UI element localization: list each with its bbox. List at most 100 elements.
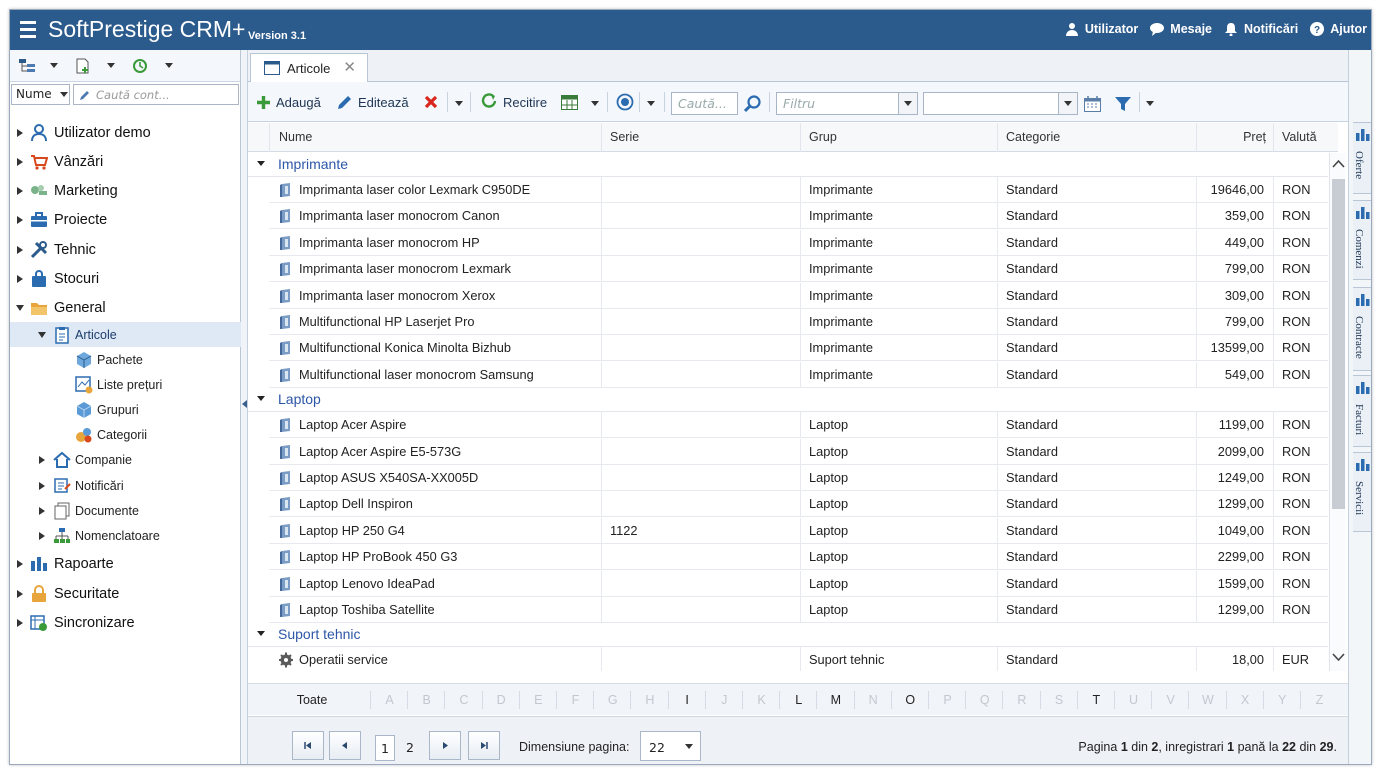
chevron-up-icon[interactable] bbox=[1332, 159, 1345, 169]
sidebar-item-sincronizare[interactable]: Sincronizare bbox=[10, 610, 241, 635]
table-row[interactable]: Multifunctional Konica Minolta Bizhub Imp… bbox=[269, 335, 1328, 362]
sidebar-item-grupuri[interactable]: Grupuri bbox=[10, 397, 241, 422]
alphabet-letter-o[interactable]: O bbox=[893, 684, 928, 716]
alphabet-letter-s[interactable]: S bbox=[1042, 684, 1077, 716]
columns-button[interactable] bbox=[561, 90, 578, 114]
table-row[interactable]: Imprimanta laser monocrom HP Imprimante St… bbox=[269, 229, 1328, 256]
table-row[interactable]: Laptop Acer Aspire Laptop Standard 1199,00 R… bbox=[269, 412, 1328, 439]
search-icon[interactable] bbox=[744, 95, 762, 113]
page-2-button[interactable]: 2 bbox=[400, 735, 420, 761]
column-header-nume[interactable]: Nume bbox=[269, 123, 601, 152]
right-tab-facturi[interactable]: Facturi bbox=[1353, 375, 1371, 447]
chevron-down-icon[interactable] bbox=[1146, 101, 1154, 106]
scrollbar-thumb[interactable] bbox=[1332, 179, 1345, 509]
alphabet-letter-q[interactable]: Q bbox=[967, 684, 1002, 716]
table-row[interactable]: Operatii service Suport tehnic Standard 18,… bbox=[269, 647, 1328, 671]
alphabet-letter-u[interactable]: U bbox=[1116, 684, 1151, 716]
alphabet-letter-a[interactable]: A bbox=[372, 684, 407, 716]
alphabet-letter-t[interactable]: T bbox=[1079, 684, 1114, 716]
calendar-icon[interactable] bbox=[1084, 96, 1101, 112]
notifications-link[interactable]: Notificări bbox=[1224, 22, 1298, 36]
right-tab-servicii[interactable]: Servicii bbox=[1353, 452, 1371, 532]
column-header-grup[interactable]: Grup bbox=[800, 123, 998, 152]
tree-view-icon[interactable] bbox=[18, 58, 36, 74]
column-header-pret[interactable]: Preț bbox=[1196, 123, 1274, 152]
table-row[interactable]: Laptop Dell Inspiron Laptop Standard 1299,0… bbox=[269, 491, 1328, 518]
alphabet-letter-d[interactable]: D bbox=[484, 684, 519, 716]
column-header-categorie[interactable]: Categorie bbox=[997, 123, 1197, 152]
alphabet-letter-k[interactable]: K bbox=[744, 684, 779, 716]
page-size-select[interactable]: 22 bbox=[640, 731, 701, 761]
search-input[interactable]: Caută... bbox=[671, 92, 738, 115]
view-button[interactable] bbox=[616, 90, 634, 114]
close-icon[interactable]: ✕ bbox=[343, 58, 356, 76]
sidebar-item-companie[interactable]: Companie bbox=[10, 447, 241, 472]
table-row[interactable]: Laptop HP 250 G4 1122 Laptop Standard 1049,0… bbox=[269, 517, 1328, 544]
table-row[interactable]: Multifunctional HP Laserjet Pro Imprimant… bbox=[269, 309, 1328, 335]
table-row[interactable]: Laptop HP ProBook 450 G3 Laptop Standard 22… bbox=[269, 544, 1328, 571]
collapse-group-icon[interactable] bbox=[257, 161, 265, 166]
sidebar-item-articole[interactable]: Articole bbox=[10, 322, 241, 347]
table-row[interactable]: Imprimanta laser monocrom Xerox Imprimant… bbox=[269, 282, 1328, 309]
table-row[interactable]: Laptop Acer Aspire E5-573G Laptop Standard… bbox=[269, 438, 1328, 465]
alphabet-letter-m[interactable]: M bbox=[818, 684, 853, 716]
table-row[interactable]: Imprimanta laser color Lexmark C950DE Imp… bbox=[269, 177, 1328, 203]
sidebar-item-nomenclatoare[interactable]: Nomenclatoare bbox=[10, 523, 241, 548]
first-page-button[interactable] bbox=[292, 731, 324, 760]
table-row[interactable]: Imprimanta laser monocrom Canon Imprimant… bbox=[269, 203, 1328, 230]
table-row[interactable]: Laptop ASUS X540SA-XX005D Laptop Standard 1… bbox=[269, 465, 1328, 491]
sidebar-splitter[interactable] bbox=[241, 50, 248, 764]
table-row[interactable]: Laptop Lenovo IdeaPad Laptop Standard 1599,… bbox=[269, 570, 1328, 597]
account-search-input[interactable]: Caută cont... bbox=[73, 84, 239, 105]
sidebar-item-liste-preturi[interactable]: Liste prețuri bbox=[10, 372, 241, 397]
chevron-down-icon[interactable] bbox=[107, 63, 115, 68]
previous-page-button[interactable] bbox=[329, 731, 361, 760]
add-button[interactable]: Adaugă bbox=[256, 90, 321, 114]
alphabet-letter-y[interactable]: Y bbox=[1265, 684, 1300, 716]
alphabet-letter-g[interactable]: G bbox=[595, 684, 630, 716]
page-1-button[interactable]: 1 bbox=[375, 735, 395, 761]
tab-articole[interactable]: Articole ✕ bbox=[250, 53, 368, 82]
column-header-valuta[interactable]: Valută bbox=[1273, 123, 1329, 152]
sidebar-item-stocuri[interactable]: Stocuri bbox=[10, 266, 241, 291]
next-page-button[interactable] bbox=[429, 731, 461, 760]
menu-icon[interactable] bbox=[20, 21, 36, 39]
sidebar-item-notificari[interactable]: Notificări bbox=[10, 473, 241, 498]
alphabet-letter-l[interactable]: L bbox=[781, 684, 816, 716]
sidebar-item-securitate[interactable]: Securitate bbox=[10, 581, 241, 606]
right-tab-oferte[interactable]: Oferte bbox=[1353, 122, 1371, 194]
vertical-scrollbar[interactable] bbox=[1329, 153, 1346, 671]
filter-icon[interactable] bbox=[1115, 96, 1131, 112]
sidebar-item-rapoarte[interactable]: Rapoarte bbox=[10, 551, 241, 576]
collapse-group-icon[interactable] bbox=[257, 396, 265, 402]
alphabet-letter-h[interactable]: H bbox=[632, 684, 667, 716]
filter-select[interactable]: Filtru bbox=[776, 92, 918, 115]
alphabet-letter-j[interactable]: J bbox=[707, 684, 742, 716]
right-tab-comenzi[interactable]: Comenzi bbox=[1353, 200, 1371, 280]
alphabet-letter-v[interactable]: V bbox=[1153, 684, 1188, 716]
delete-button[interactable] bbox=[424, 90, 438, 114]
chevron-down-icon[interactable] bbox=[455, 101, 463, 106]
messages-link[interactable]: Mesaje bbox=[1150, 22, 1212, 36]
alphabet-letter-f[interactable]: F bbox=[558, 684, 593, 716]
sidebar-item-documente[interactable]: Documente bbox=[10, 498, 241, 523]
alphabet-all-button[interactable]: Toate bbox=[278, 684, 346, 716]
sidebar-item-pachete[interactable]: Pachete bbox=[10, 347, 241, 372]
table-row[interactable]: Imprimanta laser monocrom Lexmark Imprima… bbox=[269, 256, 1328, 283]
collapse-left-icon[interactable] bbox=[242, 400, 247, 408]
chevron-down-icon[interactable] bbox=[50, 63, 58, 68]
chevron-down-icon[interactable] bbox=[647, 101, 655, 106]
sidebar-item-vanzari[interactable]: Vânzări bbox=[10, 149, 241, 174]
table-row[interactable]: Multifunctional laser monocrom Samsung Im… bbox=[269, 361, 1328, 388]
column-header-serie[interactable]: Serie bbox=[601, 123, 801, 152]
search-field-select[interactable]: Nume bbox=[11, 84, 70, 105]
alphabet-letter-r[interactable]: R bbox=[1004, 684, 1039, 716]
sidebar-item-categorii[interactable]: Categorii bbox=[10, 422, 241, 447]
alphabet-letter-b[interactable]: B bbox=[409, 684, 444, 716]
last-page-button[interactable] bbox=[468, 731, 500, 760]
sidebar-item-tehnic[interactable]: Tehnic bbox=[10, 237, 241, 262]
right-tab-contracte[interactable]: Contracte bbox=[1353, 287, 1371, 371]
alphabet-letter-w[interactable]: W bbox=[1190, 684, 1225, 716]
chevron-down-icon[interactable] bbox=[165, 63, 173, 68]
group-row[interactable]: Imprimante bbox=[248, 153, 1328, 177]
